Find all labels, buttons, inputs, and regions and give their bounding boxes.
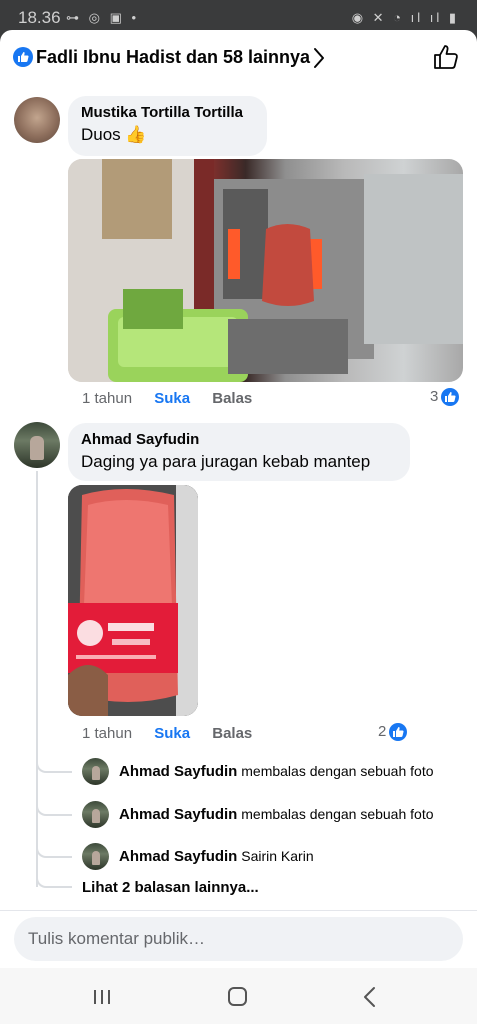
reactions-header[interactable]: Fadli Ibnu Hadist dan 58 lainnya [0,30,477,86]
like-count[interactable]: 3 [430,388,460,407]
like-reaction-icon [13,47,33,67]
thread-elbow [36,846,72,858]
view-more-replies-link[interactable]: Lihat 2 balasan lainnya... [82,879,259,896]
like-link[interactable]: Suka [154,725,190,742]
reply-text: Ahmad Sayfudin membalas dengan sebuah fo… [119,806,434,823]
comment-photo[interactable] [68,485,198,716]
avatar[interactable] [82,843,109,870]
kebab-grill-photo [68,159,463,382]
comment-text: Daging ya para juragan kebab mantep [81,452,371,471]
back-icon[interactable] [350,982,390,1012]
comment-bubble[interactable]: Mustika Tortilla Tortilla Duos 👍 [68,96,267,156]
avatar[interactable] [82,758,109,785]
comment-photo[interactable] [68,159,463,382]
comment-meta: 1 tahun Suka Balas [82,390,252,407]
comment-bubble[interactable]: Ahmad Sayfudin Daging ya para juragan ke… [68,423,410,481]
reactions-names[interactable]: Fadli Ibnu Hadist dan 58 lainnya [36,47,310,68]
reply-text: Ahmad Sayfudin membalas dengan sebuah fo… [119,763,434,780]
comment-author[interactable]: Mustika Tortilla Tortilla [81,104,254,121]
reply-link[interactable]: Balas [212,725,252,742]
like-reaction-icon [441,388,460,407]
avatar[interactable] [14,97,60,143]
chevron-right-icon[interactable] [312,46,326,70]
status-bar: 18.36 ⊶ ◎ ▣ • ◉ ✕ ◔ ıl ıl ▮ [0,0,477,34]
thread-line [36,471,38,887]
like-link[interactable]: Suka [154,390,190,407]
thread-elbow [36,761,72,773]
comment-composer[interactable] [14,917,463,961]
reply-author[interactable]: Ahmad Sayfudin [119,806,237,823]
reply-content: membalas dengan sebuah foto [241,763,434,779]
like-count-value: 3 [430,388,439,405]
like-button-icon[interactable] [432,43,460,71]
like-reaction-icon [389,723,408,742]
like-count[interactable]: 2 [378,723,408,742]
reply-text: Ahmad Sayfudin Sairin Karin [119,848,314,865]
divider [0,910,477,911]
kebab-meat-photo [68,485,198,716]
comment-time: 1 tahun [82,725,133,742]
system-icons: ◉ ✕ ◔ ıl ıl ▮ [351,10,459,25]
thread-elbow [36,876,72,888]
reply-content: Sairin Karin [241,848,314,864]
notification-icons: ⊶ ◎ ▣ • [66,10,140,25]
status-time: 18.36 [18,8,61,27]
comment-author[interactable]: Ahmad Sayfudin [81,431,397,448]
home-icon[interactable] [217,982,257,1012]
comment-input[interactable] [28,917,448,961]
system-nav-bar [0,968,477,1024]
avatar[interactable] [14,422,60,468]
reply-author[interactable]: Ahmad Sayfudin [119,763,237,780]
reply-author[interactable]: Ahmad Sayfudin [119,848,237,865]
like-count-value: 2 [378,723,387,740]
reply-link[interactable]: Balas [212,390,252,407]
comment-meta: 1 tahun Suka Balas [82,725,252,742]
reply-content: membalas dengan sebuah foto [241,806,434,822]
thread-elbow [36,804,72,816]
comments-sheet: Fadli Ibnu Hadist dan 58 lainnya Mustika… [0,30,477,1024]
comment-time: 1 tahun [82,390,133,407]
comment-text: Duos 👍 [81,125,147,144]
recent-apps-icon[interactable] [82,982,122,1012]
avatar[interactable] [82,801,109,828]
